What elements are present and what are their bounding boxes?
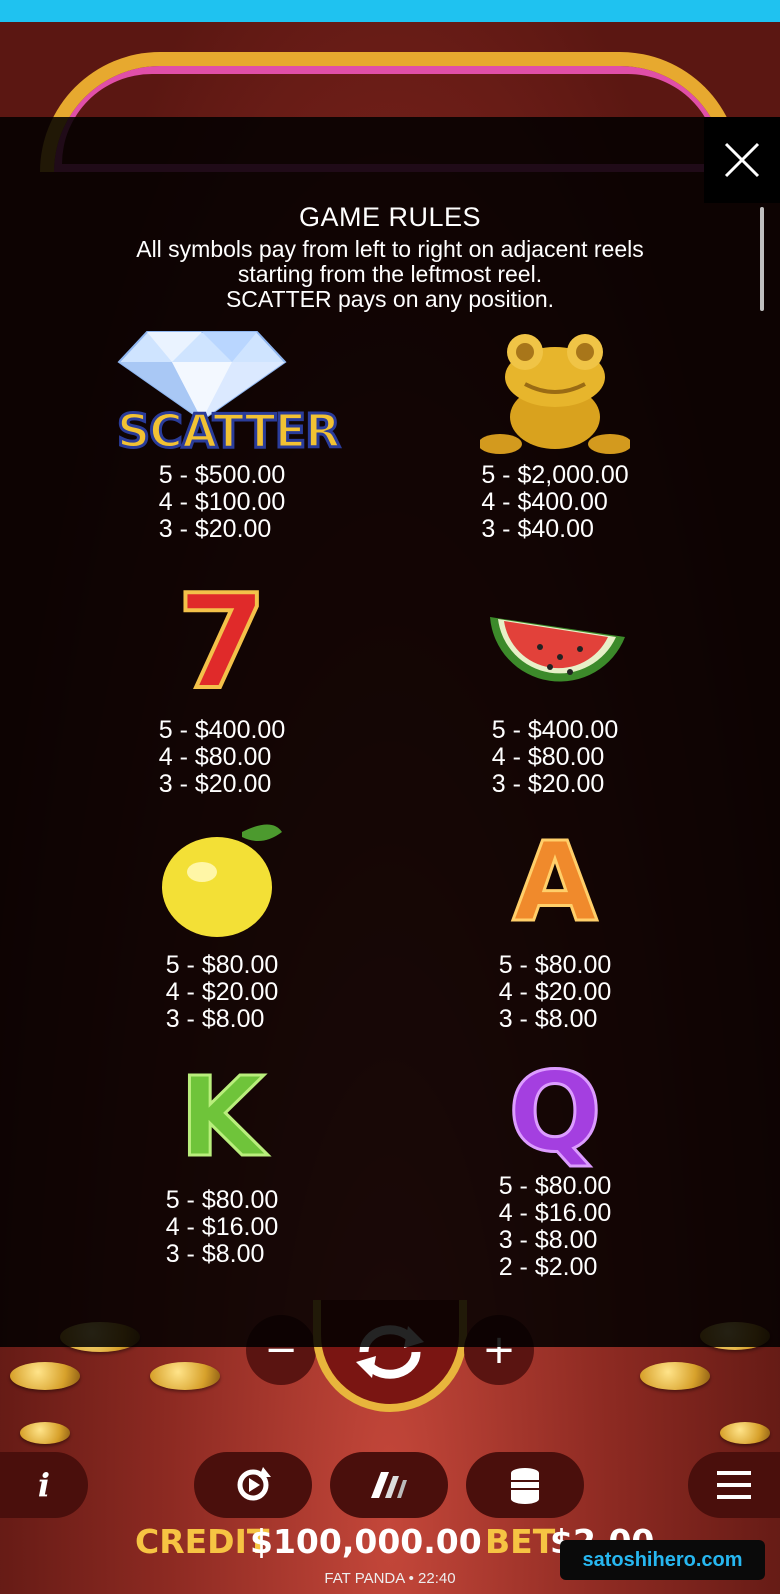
payout-line: 4 - $16.00 [498,1199,612,1227]
payout-list: 5 - $400.00 4 - $80.00 3 - $20.00 [159,717,286,798]
autoplay-button[interactable] [194,1452,312,1518]
payout-line: 4 - $100.00 [158,488,286,516]
paytable-watermelon: 5 - $400.00 4 - $80.00 3 - $20.00 [405,577,705,798]
payout-list: 5 - $400.00 4 - $80.00 3 - $20.00 [492,717,619,798]
paytable-seven: 7 5 - $400.00 4 - $80.00 3 - $20.00 [72,566,372,798]
close-icon [724,142,760,178]
credit-value: $100,000.00 [250,1522,482,1561]
game-rules-overlay: GAME RULES All symbols pay from left to … [0,117,780,1347]
payout-line: 4 - $20.00 [165,978,279,1006]
payout-line: 5 - $500.00 [158,461,286,489]
payout-list: 5 - $80.00 4 - $20.00 3 - $8.00 [166,952,279,1033]
payout-line: 5 - $400.00 [158,716,286,744]
payout-line: 4 - $20.00 [498,978,612,1006]
payout-line: 5 - $80.00 [165,951,279,979]
payout-list: 5 - $80.00 4 - $16.00 3 - $8.00 2 - $2.0… [499,1173,612,1281]
info-icon: i [37,1466,51,1504]
payout-line: 2 - $2.00 [498,1253,598,1281]
hamburger-menu-icon [717,1471,751,1499]
payout-line: 3 - $8.00 [498,1005,598,1033]
payout-line: 3 - $20.00 [158,770,272,798]
letter-k-icon: K [178,1053,266,1181]
rules-line: starting from the leftmost reel. [237,261,543,287]
bet-settings-button[interactable] [466,1452,584,1518]
letter-q-icon: Q [507,1048,604,1176]
payout-line: 5 - $2,000.00 [481,461,629,489]
scatter-label: SCATTER [116,403,343,460]
paytable-king: K 5 - $80.00 4 - $16.00 3 - $8.00 [72,1047,372,1268]
paytable-frog: 5 - $2,000.00 4 - $400.00 3 - $40.00 [405,322,705,543]
payout-list: 5 - $2,000.00 4 - $400.00 3 - $40.00 [481,462,628,543]
payout-line: 4 - $400.00 [481,488,608,516]
payout-line: 5 - $80.00 [498,951,612,979]
coin-stack-icon [511,1468,539,1504]
lemon-icon [147,812,297,952]
payout-list: 5 - $500.00 4 - $100.00 3 - $20.00 [159,462,286,543]
rules-description: All symbols pay from left to right on ad… [60,237,720,312]
paytable-ace: A 5 - $80.00 4 - $20.00 3 - $8.00 [405,812,705,1033]
payout-line: 4 - $16.00 [165,1213,279,1241]
payout-line: 5 - $400.00 [491,716,619,744]
spin-controls: − + [0,1300,780,1430]
paytable-lemon: 5 - $80.00 4 - $20.00 3 - $8.00 [72,812,372,1033]
turbo-icon [371,1472,407,1498]
info-button[interactable]: i [0,1452,88,1518]
system-status-bar [0,0,780,22]
paytable-queen: Q 5 - $80.00 4 - $16.00 3 - $8.00 2 - $2… [405,1047,705,1281]
payout-line: 3 - $20.00 [158,515,272,543]
bet-label: BET [485,1522,556,1561]
payout-line: 4 - $80.00 [491,743,605,771]
payout-line: 4 - $80.00 [158,743,272,771]
rules-line: All symbols pay from left to right on ad… [136,236,644,262]
menu-button[interactable] [688,1452,780,1518]
autoplay-icon [237,1467,271,1501]
payout-line: 3 - $8.00 [165,1005,265,1033]
payout-line: 3 - $8.00 [498,1226,598,1254]
rules-title: GAME RULES [298,202,482,232]
payout-line: 3 - $20.00 [491,770,605,798]
watermelon-icon [480,577,630,717]
payout-line: 5 - $80.00 [498,1172,612,1200]
turbo-button[interactable] [330,1452,448,1518]
watermark: satoshihero.com [560,1540,765,1580]
rules-line: SCATTER pays on any position. [225,286,555,312]
close-button[interactable] [704,117,780,203]
payout-line: 3 - $40.00 [481,515,594,543]
payout-line: 3 - $8.00 [165,1240,265,1268]
paytable-scatter: SCATTER 5 - $500.00 4 - $100.00 3 - $20.… [72,322,372,543]
payout-line: 5 - $80.00 [165,1186,279,1214]
diamond-scatter-icon: SCATTER [116,322,343,462]
payout-list: 5 - $80.00 4 - $16.00 3 - $8.00 [166,1187,279,1268]
letter-a-icon: A [511,818,599,946]
red-seven-icon: 7 [175,566,269,718]
golden-frog-icon [478,322,632,462]
payout-list: 5 - $80.00 4 - $20.00 3 - $8.00 [499,952,612,1033]
